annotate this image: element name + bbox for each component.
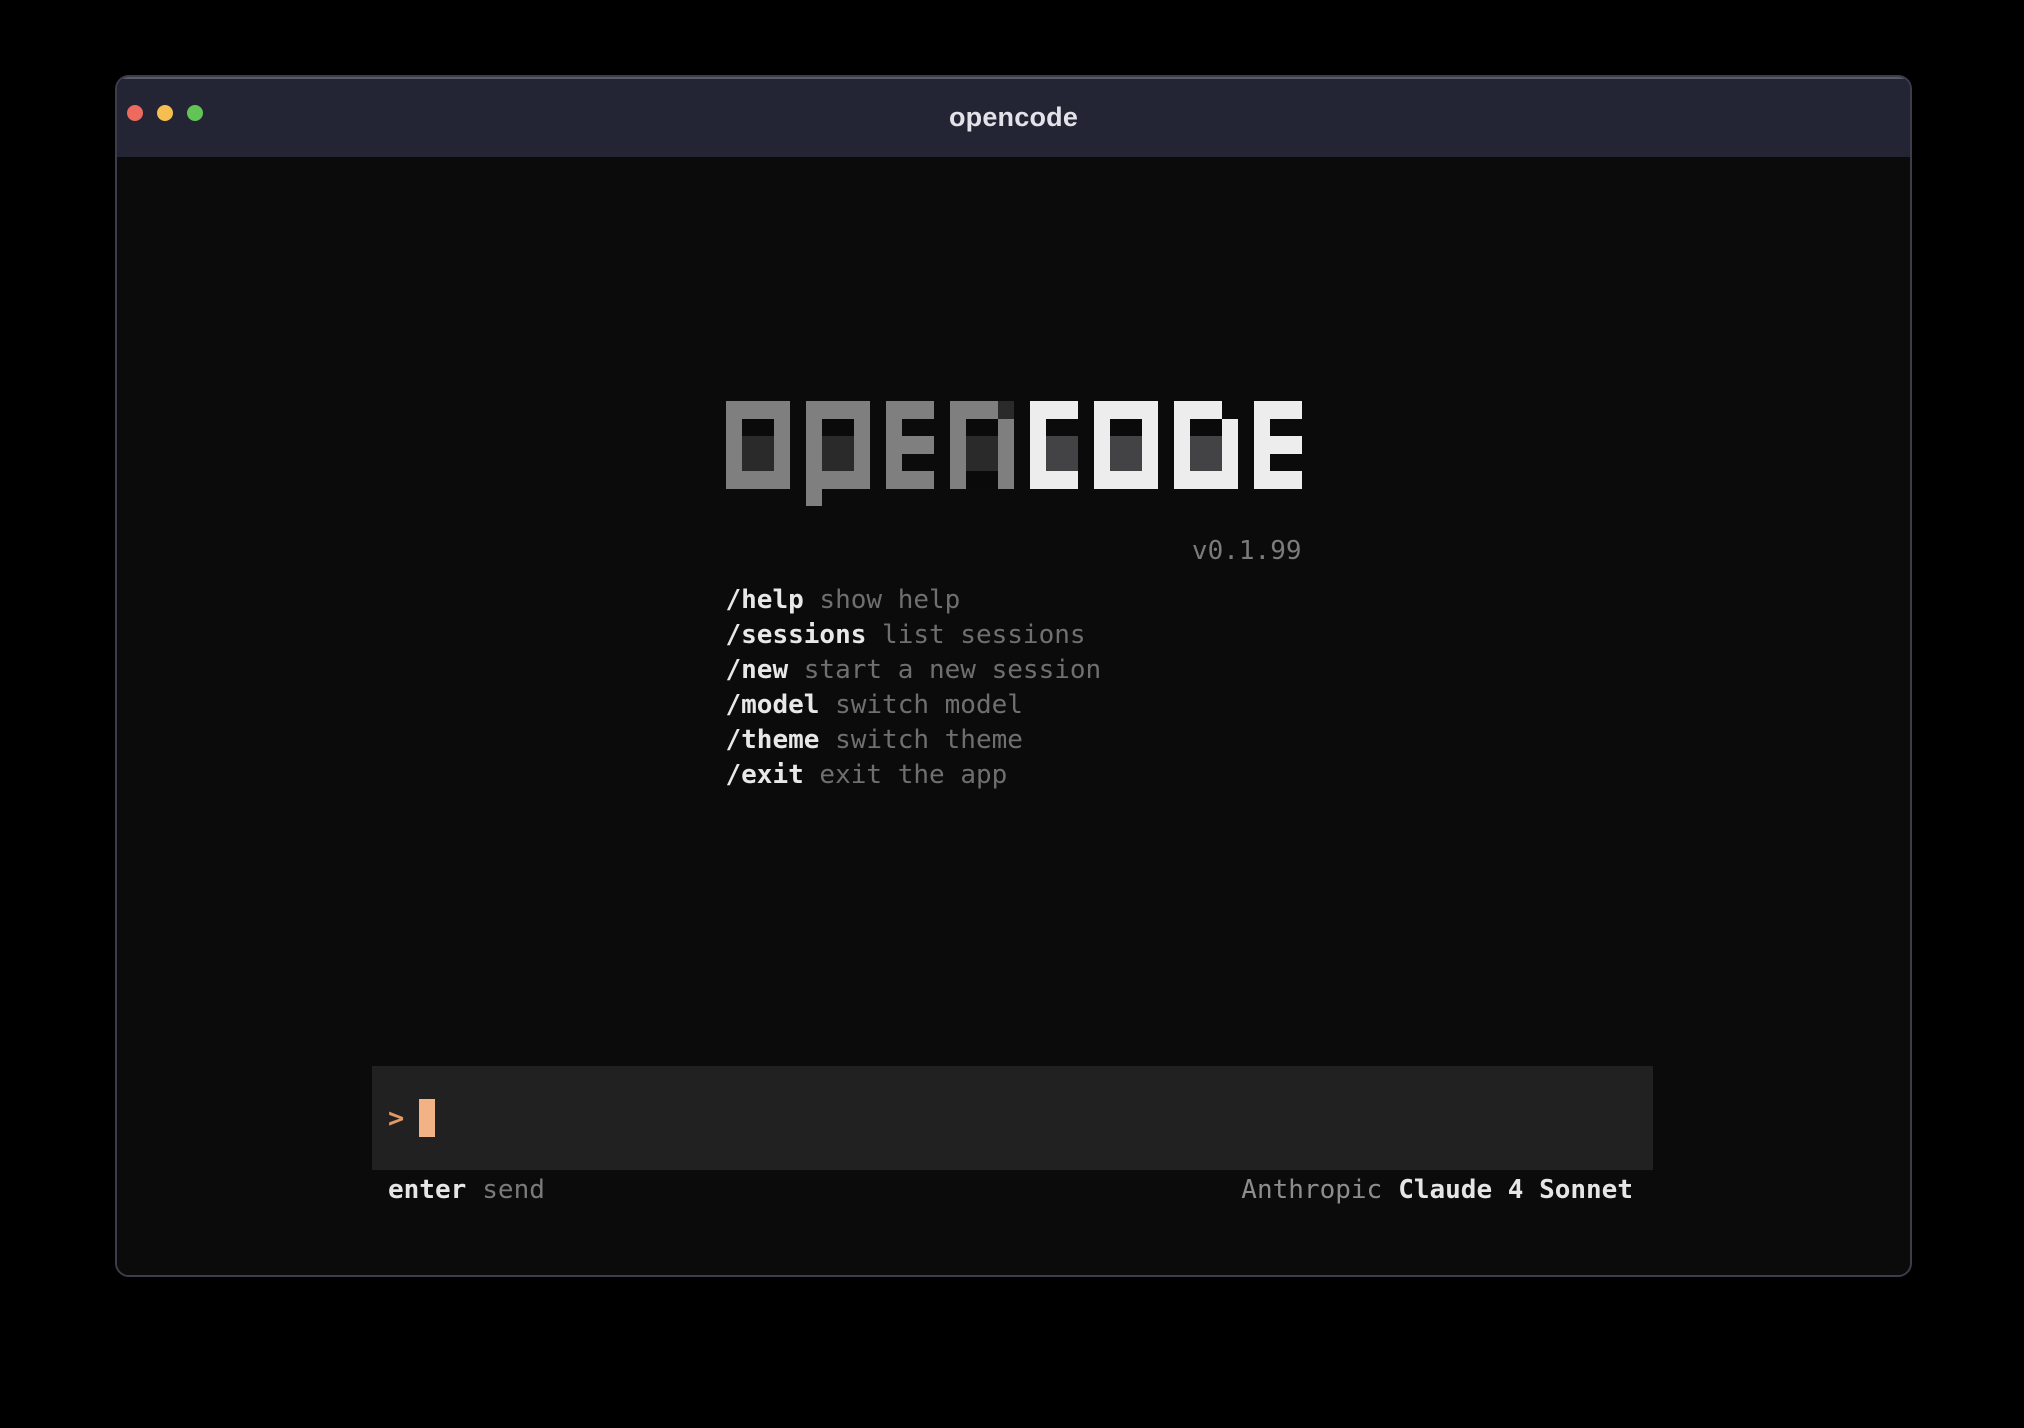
command-name: /new: [726, 655, 789, 685]
command-name: /exit: [726, 760, 804, 790]
desktop: { "window": { "title": "opencode", "traf…: [0, 0, 2024, 1428]
status-model: Anthropic Claude 4 Sonnet: [1241, 1175, 1633, 1205]
command-name: /model: [726, 690, 820, 720]
prompt-symbol: >: [388, 1103, 404, 1134]
command-description: show help: [804, 585, 961, 615]
command-name: /help: [726, 585, 804, 615]
logo-letter-p: [806, 401, 870, 506]
logo-letter-e: [1254, 401, 1302, 506]
enter-key-hint: enter: [388, 1175, 466, 1205]
provider-label: Anthropic: [1241, 1175, 1382, 1205]
logo-letter-e: [886, 401, 934, 506]
logo-letter-o: [1094, 401, 1158, 506]
prompt-input[interactable]: >: [372, 1066, 1653, 1170]
command-description: switch theme: [819, 725, 1023, 755]
status-bar: enter send Anthropic Claude 4 Sonnet: [388, 1174, 1633, 1206]
command-name: /theme: [726, 725, 820, 755]
command-row: /exit exit the app: [726, 758, 1302, 793]
logo-letter-d: [1174, 401, 1238, 506]
command-row: /help show help: [726, 583, 1302, 618]
command-row: /theme switch theme: [726, 723, 1302, 758]
version-label: v0.1.99: [726, 536, 1302, 566]
logo-letter-o: [726, 401, 790, 506]
send-action-label: send: [482, 1175, 545, 1205]
command-row: /model switch model: [726, 688, 1302, 723]
command-row: /new start a new session: [726, 653, 1302, 688]
command-description: switch model: [819, 690, 1023, 720]
opencode-logo: [726, 401, 1302, 506]
window-title: opencode: [117, 77, 1910, 157]
terminal-content: v0.1.99 /help show help/sessions list se…: [117, 157, 1910, 1275]
text-cursor: [419, 1099, 435, 1137]
command-name: /sessions: [726, 620, 867, 650]
model-label: Claude 4 Sonnet: [1398, 1175, 1633, 1205]
command-description: exit the app: [804, 760, 1008, 790]
command-row: /sessions list sessions: [726, 618, 1302, 653]
command-description: start a new session: [788, 655, 1101, 685]
command-description: list sessions: [866, 620, 1085, 650]
hero-block: v0.1.99 /help show help/sessions list se…: [726, 401, 1302, 793]
status-left: enter send: [388, 1175, 545, 1205]
logo-letter-c: [1030, 401, 1078, 506]
command-list: /help show help/sessions list sessions/n…: [726, 583, 1302, 793]
logo-letter-n: [950, 401, 1014, 506]
window-titlebar: opencode: [117, 77, 1910, 157]
app-window: opencode v0.1.99 /help show help/session…: [115, 75, 1912, 1277]
